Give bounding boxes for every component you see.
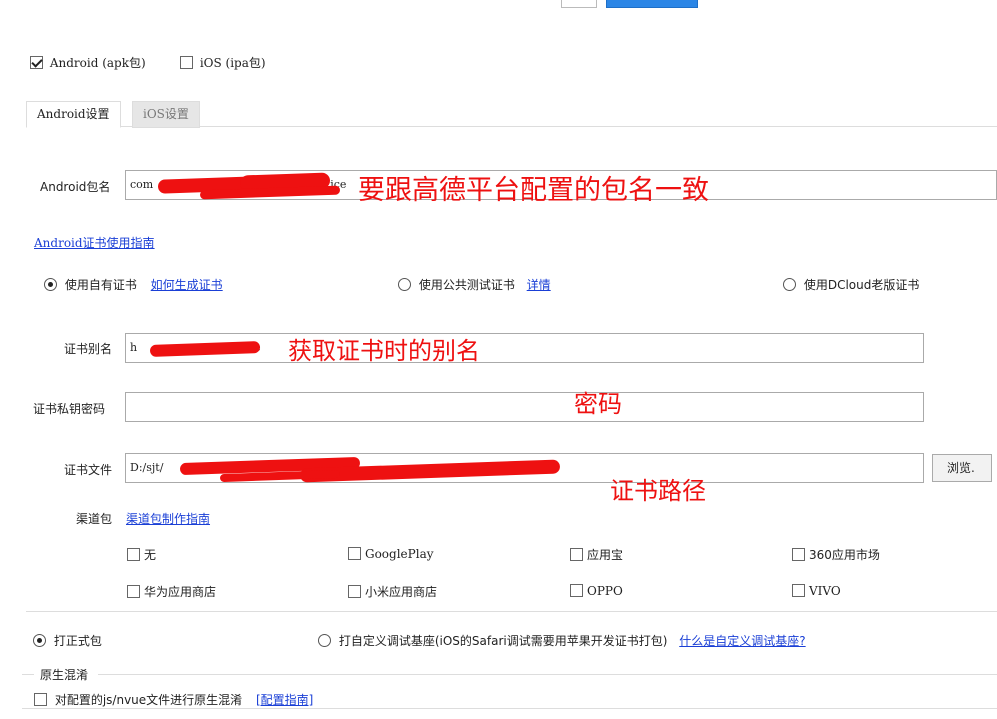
obfuscation-guide-link[interactable]: [配置指南] <box>256 693 313 707</box>
cert-file-annotation: 证书路径 <box>610 477 706 505</box>
browse-button[interactable]: 浏览. <box>932 454 992 482</box>
channel-checkbox[interactable] <box>570 584 583 597</box>
build-custom-base[interactable]: 打自定义调试基座(iOS的Safari调试需要用苹果开发证书打包) 什么是自定义… <box>318 632 806 649</box>
custom-base-label: 打自定义调试基座(iOS的Safari调试需要用苹果开发证书打包) <box>338 634 668 648</box>
channel-guide-link[interactable]: 渠道包制作指南 <box>126 510 210 527</box>
channel-none[interactable]: 无 <box>127 546 156 563</box>
channel-checkbox[interactable] <box>127 548 140 561</box>
password-annotation: 密码 <box>574 390 622 418</box>
tab-ios-settings[interactable]: iOS设置 <box>132 101 200 128</box>
public-cert-details-link[interactable]: 详情 <box>527 278 551 292</box>
release-radio[interactable] <box>33 634 46 647</box>
platform-ios[interactable]: iOS (ipa包) <box>180 54 266 71</box>
channel-checkbox[interactable] <box>570 548 583 561</box>
package-annotation: 要跟高德平台配置的包名一致 <box>358 175 709 206</box>
channel-label: 华为应用商店 <box>144 585 217 599</box>
channel-checkbox[interactable] <box>127 585 140 598</box>
channel-checkbox[interactable] <box>792 584 805 597</box>
obfuscation-checkbox[interactable] <box>34 693 47 706</box>
platform-android[interactable]: Android (apk包) <box>30 54 146 71</box>
ios-checkbox[interactable] <box>180 56 193 69</box>
channel-label: 小米应用商店 <box>365 585 438 599</box>
own-cert-label: 使用自有证书 <box>64 278 137 292</box>
channel-label: VIVO <box>809 583 841 598</box>
android-checkbox[interactable] <box>30 56 43 69</box>
channel-label: 应用宝 <box>587 548 624 562</box>
package-value-start: com <box>130 178 154 191</box>
channel-googleplay[interactable]: GooglePlay <box>348 546 434 561</box>
section-divider <box>26 611 997 612</box>
channel-vivo[interactable]: VIVO <box>792 583 841 598</box>
channel-checkbox[interactable] <box>792 548 805 561</box>
obfuscation-group-label: 原生混淆 <box>40 668 89 682</box>
channel-oppo[interactable]: OPPO <box>570 583 623 598</box>
cert-guide-link[interactable]: Android证书使用指南 <box>34 234 155 251</box>
cert-file-value-start: D:/sjt/ <box>130 461 164 474</box>
how-to-generate-link[interactable]: 如何生成证书 <box>151 278 223 292</box>
channel-label: 360应用市场 <box>809 548 880 562</box>
obfuscation-label: 对配置的js/nvue文件进行原生混淆 <box>54 693 243 707</box>
public-cert-radio[interactable] <box>398 278 411 291</box>
custom-base-radio[interactable] <box>318 634 331 647</box>
cert-option-own[interactable]: 使用自有证书 如何生成证书 <box>44 276 223 293</box>
alias-annotation: 获取证书时的别名 <box>288 337 480 365</box>
obfuscation-option[interactable]: 对配置的js/nvue文件进行原生混淆 [配置指南] <box>34 691 313 708</box>
channel-label: GooglePlay <box>365 546 434 561</box>
channel-label: OPPO <box>587 583 623 598</box>
android-label: Android (apk包) <box>49 56 146 70</box>
channel-yingyongbao[interactable]: 应用宝 <box>570 546 623 563</box>
channel-checkbox[interactable] <box>348 547 361 560</box>
channel-label: 无 <box>144 548 157 562</box>
group-border <box>98 674 997 675</box>
confirm-button[interactable] <box>606 0 698 8</box>
cert-file-label: 证书文件 <box>64 463 113 477</box>
release-label: 打正式包 <box>53 634 102 648</box>
alias-label: 证书别名 <box>64 342 113 356</box>
group-border <box>22 674 34 675</box>
alias-value-start: h <box>130 341 138 354</box>
build-release[interactable]: 打正式包 <box>33 632 102 649</box>
channel-huawei[interactable]: 华为应用商店 <box>127 583 216 600</box>
own-cert-radio[interactable] <box>44 278 57 291</box>
package-label: Android包名 <box>40 180 111 194</box>
cert-option-dcloud[interactable]: 使用DCloud老版证书 <box>783 276 919 293</box>
channel-360[interactable]: 360应用市场 <box>792 546 880 563</box>
cancel-button[interactable] <box>561 0 597 8</box>
cert-option-public[interactable]: 使用公共测试证书 详情 <box>398 276 551 293</box>
public-cert-label: 使用公共测试证书 <box>418 278 515 292</box>
group-bottom-border <box>22 708 997 709</box>
custom-base-help-link[interactable]: 什么是自定义调试基座? <box>679 634 805 648</box>
dcloud-cert-radio[interactable] <box>783 278 796 291</box>
dcloud-cert-label: 使用DCloud老版证书 <box>803 278 920 292</box>
channels-label: 渠道包 <box>76 512 113 526</box>
tab-android-settings[interactable]: Android设置 <box>26 101 121 128</box>
channel-xiaomi[interactable]: 小米应用商店 <box>348 583 437 600</box>
channel-checkbox[interactable] <box>348 585 361 598</box>
password-input[interactable] <box>125 392 924 422</box>
password-label: 证书私钥密码 <box>33 402 106 416</box>
ios-label: iOS (ipa包) <box>199 56 266 70</box>
